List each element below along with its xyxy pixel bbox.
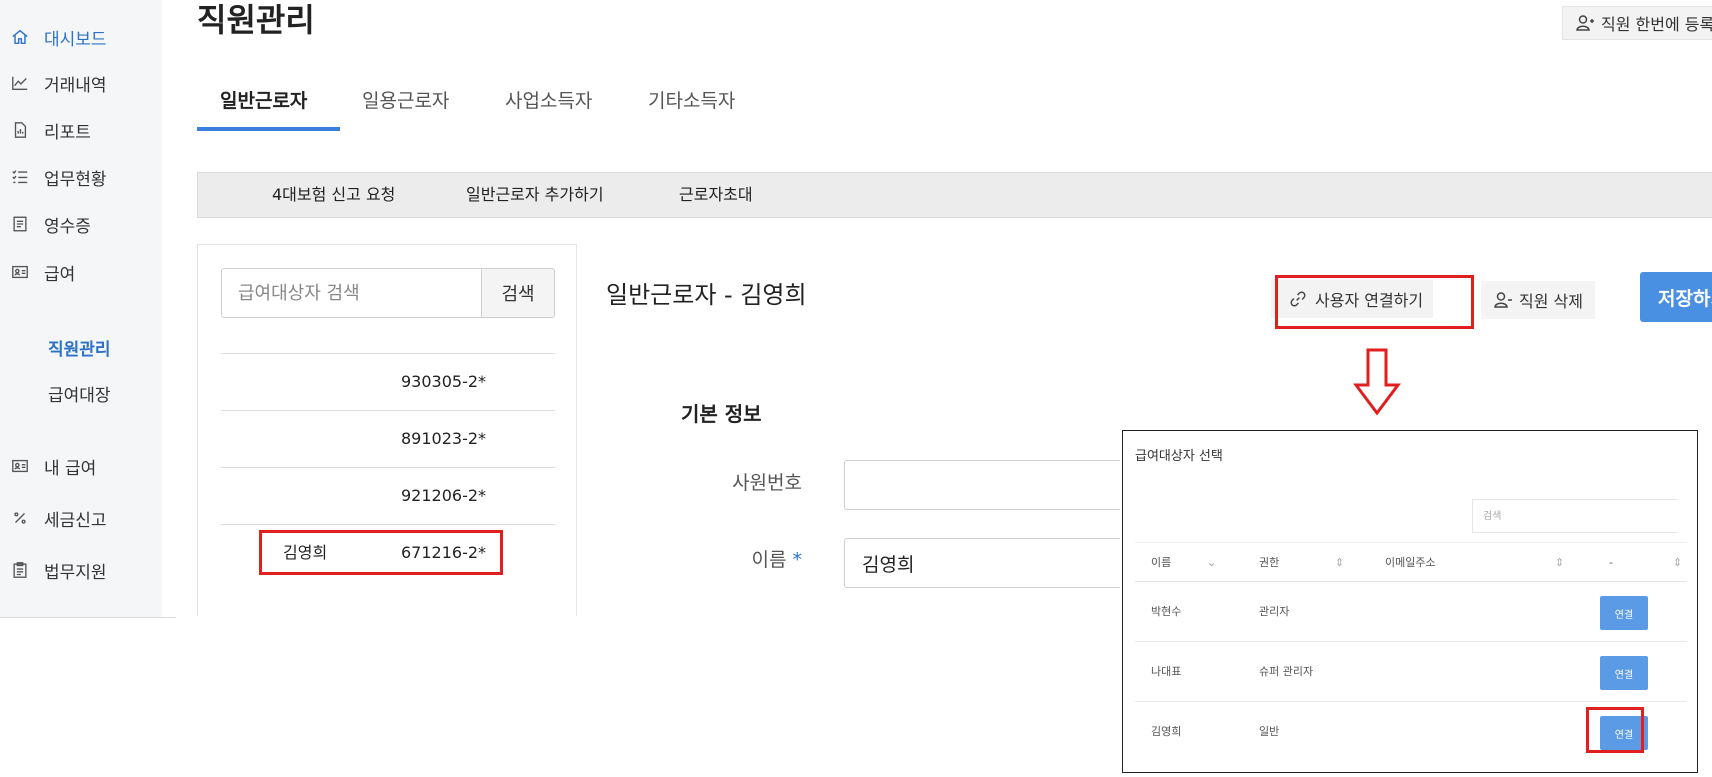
- sidebar-item-report[interactable]: 리포트: [10, 116, 91, 144]
- employee-number-label: 사원번호: [732, 472, 802, 494]
- action-toolbar: 4대보험 신고 요청 일반근로자 추가하기 근로자초대: [197, 172, 1712, 218]
- tab-daily-workers[interactable]: 일용근로자: [362, 83, 449, 119]
- sidebar-item-label: 세금신고: [44, 510, 107, 531]
- sidebar-item-label: 거래내역: [44, 75, 107, 96]
- invite-worker-button[interactable]: 근로자초대: [679, 173, 753, 217]
- user-name: 박현수: [1151, 605, 1182, 618]
- sidebar-item-label: 내 급여: [44, 458, 97, 479]
- sidebar-item-label: 영수증: [44, 216, 91, 237]
- save-button[interactable]: 저장하기: [1640, 272, 1712, 322]
- delete-employee-button[interactable]: 직원 삭제: [1481, 281, 1595, 319]
- sidebar-item-my-pay[interactable]: 내 급여: [10, 452, 96, 480]
- tab-regular-workers[interactable]: 일반근로자: [220, 83, 307, 119]
- user-role: 관리자: [1259, 605, 1290, 618]
- id-card-icon: [10, 262, 30, 282]
- connect-button[interactable]: 연결: [1600, 596, 1648, 630]
- sidebar-subitem-employees[interactable]: 직원관리: [48, 337, 111, 363]
- sidebar-item-label: 업무현황: [44, 169, 107, 190]
- receipt-icon: [10, 214, 30, 234]
- name-label: 이름 *: [692, 545, 802, 572]
- sort-icon: ⇕: [1673, 556, 1683, 569]
- sidebar-item-label: 법무지원: [44, 562, 107, 583]
- basic-info-heading: 기본 정보: [681, 402, 762, 426]
- page-title: 직원관리: [197, 1, 315, 39]
- tab-business-income[interactable]: 사업소득자: [505, 83, 592, 119]
- sidebar-divider: [0, 617, 176, 618]
- modal-title: 급여대상자 선택: [1135, 449, 1223, 464]
- chevron-down-icon: ⌄: [1207, 556, 1217, 569]
- user-role: 일반: [1259, 725, 1280, 738]
- modal-table-header: 이름 ⌄ 권한 ⇕ 이메일주소 ⇕ - ⇕: [1135, 542, 1687, 582]
- sidebar-item-label: 대시보드: [44, 29, 107, 50]
- sort-icon: ⇕: [1335, 556, 1345, 569]
- highlight-box: [1275, 275, 1474, 329]
- bulk-register-button[interactable]: 직원 한번에 등록: [1562, 6, 1712, 40]
- detail-title: 일반근로자 - 김영희: [606, 281, 807, 309]
- id-card-icon: [10, 456, 30, 476]
- employee-rrn: 930305-2*: [401, 372, 487, 391]
- sidebar-item-dashboard[interactable]: 대시보드: [10, 23, 107, 51]
- required-mark: *: [792, 549, 803, 571]
- percent-icon: [10, 508, 30, 528]
- arrow-down-icon: [1353, 348, 1401, 416]
- tab-other-income[interactable]: 기타소득자: [648, 83, 735, 119]
- column-email[interactable]: 이메일주소: [1385, 543, 1436, 583]
- sidebar-item-payroll[interactable]: 급여: [10, 258, 75, 286]
- highlight-box: [259, 530, 503, 575]
- sidebar-subitem-payroll-ledger[interactable]: 급여대장: [48, 383, 111, 409]
- home-icon: [10, 27, 30, 47]
- user-name: 나대표: [1151, 665, 1182, 678]
- employee-rrn: 921206-2*: [401, 486, 487, 505]
- table-row: 박현수 관리자 연결: [1135, 582, 1687, 642]
- employee-search-input[interactable]: [221, 268, 482, 318]
- column-role[interactable]: 권한: [1259, 543, 1279, 583]
- remove-user-icon: [1494, 292, 1512, 308]
- insurance-report-button[interactable]: 4대보험 신고 요청: [272, 173, 395, 217]
- add-worker-button[interactable]: 일반근로자 추가하기: [466, 173, 604, 217]
- report-icon: [10, 120, 30, 140]
- name-field[interactable]: [844, 538, 1120, 588]
- add-user-icon: [1576, 15, 1594, 31]
- employee-search-button[interactable]: 검색: [481, 268, 555, 318]
- name-label-text: 이름: [751, 549, 787, 571]
- sort-icon: ⇕: [1555, 556, 1565, 569]
- delete-employee-label: 직원 삭제: [1519, 292, 1583, 311]
- chart-icon: [10, 73, 30, 93]
- employee-number-field[interactable]: [844, 460, 1120, 510]
- sidebar-item-tasks[interactable]: 업무현황: [10, 163, 107, 191]
- employee-row[interactable]: 930305-2*: [221, 353, 555, 409]
- bulk-register-label: 직원 한번에 등록: [1601, 15, 1712, 34]
- column-action: -: [1609, 556, 1613, 569]
- sidebar-item-label: 급여: [44, 264, 76, 285]
- sidebar-item-tax[interactable]: 세금신고: [10, 504, 107, 532]
- column-name[interactable]: 이름: [1151, 543, 1171, 583]
- sidebar-item-receipt[interactable]: 영수증: [10, 210, 91, 238]
- user-role: 슈퍼 관리자: [1259, 665, 1314, 678]
- sidebar-item-transactions[interactable]: 거래내역: [10, 69, 107, 97]
- user-name: 김영희: [1151, 725, 1182, 738]
- employee-row[interactable]: 921206-2*: [221, 467, 555, 523]
- list-icon: [10, 167, 30, 187]
- active-tab-indicator: [197, 127, 340, 131]
- employee-rrn: 891023-2*: [401, 429, 487, 448]
- modal-search-input[interactable]: [1472, 499, 1677, 533]
- clipboard-icon: [10, 560, 30, 580]
- sidebar: 대시보드 거래내역 리포트 업무현황 영수증 급여 직원관리 급여대장 내 급여…: [0, 0, 162, 617]
- sidebar-item-legal[interactable]: 법무지원: [10, 556, 107, 584]
- highlight-box: [1586, 707, 1644, 753]
- connect-button[interactable]: 연결: [1600, 656, 1648, 690]
- table-row: 나대표 슈퍼 관리자 연결: [1135, 642, 1687, 702]
- sidebar-item-label: 리포트: [44, 122, 91, 143]
- employee-row[interactable]: 891023-2*: [221, 410, 555, 466]
